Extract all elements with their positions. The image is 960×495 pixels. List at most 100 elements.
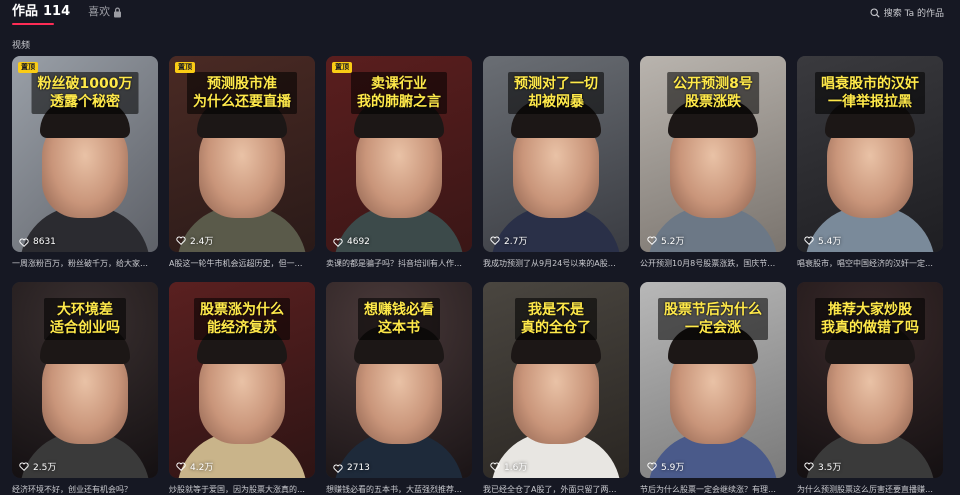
video-card[interactable]: 股票涨为什么 能经济复苏 4.2万炒股就等于爱国，因为股票大涨真的… <box>169 282 315 495</box>
like-count-value: 8631 <box>33 237 56 247</box>
video-description[interactable]: 卖课的都是骗子吗？抖音培训有人作… <box>326 258 472 269</box>
video-description[interactable]: 炒股就等于爱国，因为股票大涨真的… <box>169 484 315 495</box>
caption-line: 唱衰股市的汉奸 <box>821 76 919 92</box>
caption-line: 这本书 <box>378 320 420 336</box>
video-description[interactable]: 一周涨粉百万，粉丝破千万，给大家… <box>12 258 158 269</box>
like-count: 1.6万 <box>490 460 527 473</box>
like-count: 2.4万 <box>176 234 213 247</box>
caption-line: 真的全仓了 <box>521 320 591 336</box>
video-card[interactable]: 大环境差 适合创业吗 2.5万经济环境不好，创业还有机会吗？ <box>12 282 158 495</box>
caption-line: 预测对了一切 <box>514 76 598 92</box>
caption-line: 预测股市准 <box>207 76 277 92</box>
like-count-value: 5.2万 <box>661 237 685 247</box>
like-count: 4.2万 <box>176 460 213 473</box>
pinned-badge: 置顶 <box>18 62 38 73</box>
like-count-value: 2.4万 <box>190 237 214 247</box>
caption-line: 我是不是 <box>528 302 584 318</box>
like-count-value: 2.5万 <box>33 463 57 473</box>
video-card[interactable]: 预测对了一切 却被网暴 2.7万我成功预测了从9月24号以来的A股… <box>483 56 629 269</box>
caption-line: 却被网暴 <box>528 94 584 110</box>
like-count-value: 3.5万 <box>818 463 842 473</box>
video-thumbnail[interactable]: 粉丝破1000万 透露个秘密 置顶 8631 <box>12 56 158 252</box>
heart-icon <box>19 238 29 247</box>
video-caption-overlay: 预测对了一切 却被网暴 <box>508 72 604 114</box>
heart-icon <box>804 236 814 245</box>
like-count-value: 4692 <box>347 237 370 247</box>
search-works-label: 搜索 Ta 的作品 <box>883 9 944 19</box>
video-thumbnail[interactable]: 公开预测8号 股票涨跌 5.2万 <box>640 56 786 252</box>
tab-works-label: 作品 <box>12 4 39 19</box>
like-count: 2713 <box>333 463 370 473</box>
like-count: 8631 <box>19 237 56 247</box>
video-card[interactable]: 粉丝破1000万 透露个秘密 置顶 8631 一周涨粉百万，粉丝破千万，给大家… <box>12 56 158 269</box>
heart-icon <box>647 462 657 471</box>
caption-line: 一律举报拉黑 <box>828 94 912 110</box>
like-count-value: 5.4万 <box>818 237 842 247</box>
like-count: 3.5万 <box>804 460 841 473</box>
profile-tabs: 作品 114 喜欢 <box>12 0 122 26</box>
tab-likes-label: 喜欢 <box>88 5 111 18</box>
heart-icon <box>490 236 500 245</box>
like-count-value: 4.2万 <box>190 463 214 473</box>
like-count: 5.2万 <box>647 234 684 247</box>
video-card[interactable]: 想赚钱必看这本书 2713 想赚钱必看的五本书，大蓝强烈推荐… <box>326 282 472 495</box>
video-thumbnail[interactable]: 推荐大家炒股 我真的做错了吗 3.5万 <box>797 282 943 478</box>
video-card[interactable]: 卖课行业 我的肺腑之言 置顶 4692 卖课的都是骗子吗？抖音培训有人作… <box>326 56 472 269</box>
video-description[interactable]: 为什么预测股票这么厉害还要直播赚… <box>797 484 943 495</box>
video-card[interactable]: 推荐大家炒股 我真的做错了吗 3.5万为什么预测股票这么厉害还要直播赚… <box>797 282 943 495</box>
video-caption-overlay: 公开预测8号 股票涨跌 <box>667 72 759 114</box>
like-count: 2.7万 <box>490 234 527 247</box>
tab-works[interactable]: 作品 114 <box>12 2 70 25</box>
heart-icon <box>647 236 657 245</box>
video-card[interactable]: 唱衰股市的汉奸 一律举报拉黑 5.4万唱衰股市，唱空中国经济的汉奸一定… <box>797 56 943 269</box>
video-card[interactable]: 我是不是真的全仓了 1.6万我已经全仓了A股了，外面只留了两… <box>483 282 629 495</box>
caption-line: 公开预测8号 <box>673 76 753 92</box>
caption-line: 我真的做错了吗 <box>821 320 919 336</box>
video-description[interactable]: 经济环境不好，创业还有机会吗？ <box>12 484 158 495</box>
video-caption-overlay: 想赚钱必看 这本书 <box>358 298 440 340</box>
video-caption-overlay: 大环境差 适合创业吗 <box>44 298 126 340</box>
video-thumbnail[interactable]: 卖课行业 我的肺腑之言 置顶 4692 <box>326 56 472 252</box>
video-card[interactable]: 股票节后为什么 一定会涨 5.9万节后为什么股票一定会继续涨？有理… <box>640 282 786 495</box>
video-description[interactable]: 我成功预测了从9月24号以来的A股… <box>483 258 629 269</box>
video-thumbnail[interactable]: 预测股市准 为什么还要直播 置顶 2.4万 <box>169 56 315 252</box>
video-thumbnail[interactable]: 想赚钱必看这本书 2713 <box>326 282 472 478</box>
lock-icon <box>114 7 122 17</box>
caption-line: 想赚钱必看 <box>364 302 434 318</box>
heart-icon <box>19 462 29 471</box>
caption-line: 粉丝破1000万 <box>37 76 133 92</box>
heart-icon <box>490 462 500 471</box>
video-caption-overlay: 推荐大家炒股 我真的做错了吗 <box>815 298 925 340</box>
tab-likes[interactable]: 喜欢 <box>88 2 122 22</box>
search-works-button[interactable]: 搜索 Ta 的作品 <box>870 6 944 19</box>
video-card[interactable]: 公开预测8号 股票涨跌 5.2万公开预测10月8号股票涨跌，国庆节… <box>640 56 786 269</box>
heart-icon <box>333 238 343 247</box>
video-description[interactable]: A股这一轮牛市机会远超历史，但一… <box>169 258 315 269</box>
video-caption-overlay: 股票节后为什么 一定会涨 <box>658 298 768 340</box>
video-description[interactable]: 唱衰股市，唱空中国经济的汉奸一定… <box>797 258 943 269</box>
like-count: 2.5万 <box>19 460 56 473</box>
heart-icon <box>333 464 343 473</box>
video-thumbnail[interactable]: 唱衰股市的汉奸 一律举报拉黑 5.4万 <box>797 56 943 252</box>
caption-line: 股票涨为什么 <box>200 302 284 318</box>
video-card[interactable]: 预测股市准 为什么还要直播 置顶 2.4万 A股这一轮牛市机会远超历史，但一… <box>169 56 315 269</box>
video-thumbnail[interactable]: 股票涨为什么 能经济复苏 4.2万 <box>169 282 315 478</box>
video-thumbnail[interactable]: 我是不是真的全仓了 1.6万 <box>483 282 629 478</box>
caption-line: 卖课行业 <box>371 76 427 92</box>
video-thumbnail[interactable]: 预测对了一切 却被网暴 2.7万 <box>483 56 629 252</box>
video-thumbnail[interactable]: 大环境差 适合创业吗 2.5万 <box>12 282 158 478</box>
video-description[interactable]: 公开预测10月8号股票涨跌，国庆节… <box>640 258 786 269</box>
search-icon <box>870 7 880 18</box>
video-caption-overlay: 粉丝破1000万 透露个秘密 <box>31 72 139 114</box>
video-caption-overlay: 我是不是 真的全仓了 <box>515 298 597 340</box>
video-description[interactable]: 我已经全仓了A股了，外面只留了两… <box>483 484 629 495</box>
like-count-value: 1.6万 <box>504 463 528 473</box>
video-thumbnail[interactable]: 股票节后为什么 一定会涨 5.9万 <box>640 282 786 478</box>
caption-line: 一定会涨 <box>685 320 741 336</box>
caption-line: 大环境差 <box>57 302 113 318</box>
like-count: 5.9万 <box>647 460 684 473</box>
video-description[interactable]: 节后为什么股票一定会继续涨？有理… <box>640 484 786 495</box>
caption-line: 我的肺腑之言 <box>357 94 441 110</box>
like-count-value: 2.7万 <box>504 237 528 247</box>
video-description[interactable]: 想赚钱必看的五本书，大蓝强烈推荐… <box>326 484 472 495</box>
